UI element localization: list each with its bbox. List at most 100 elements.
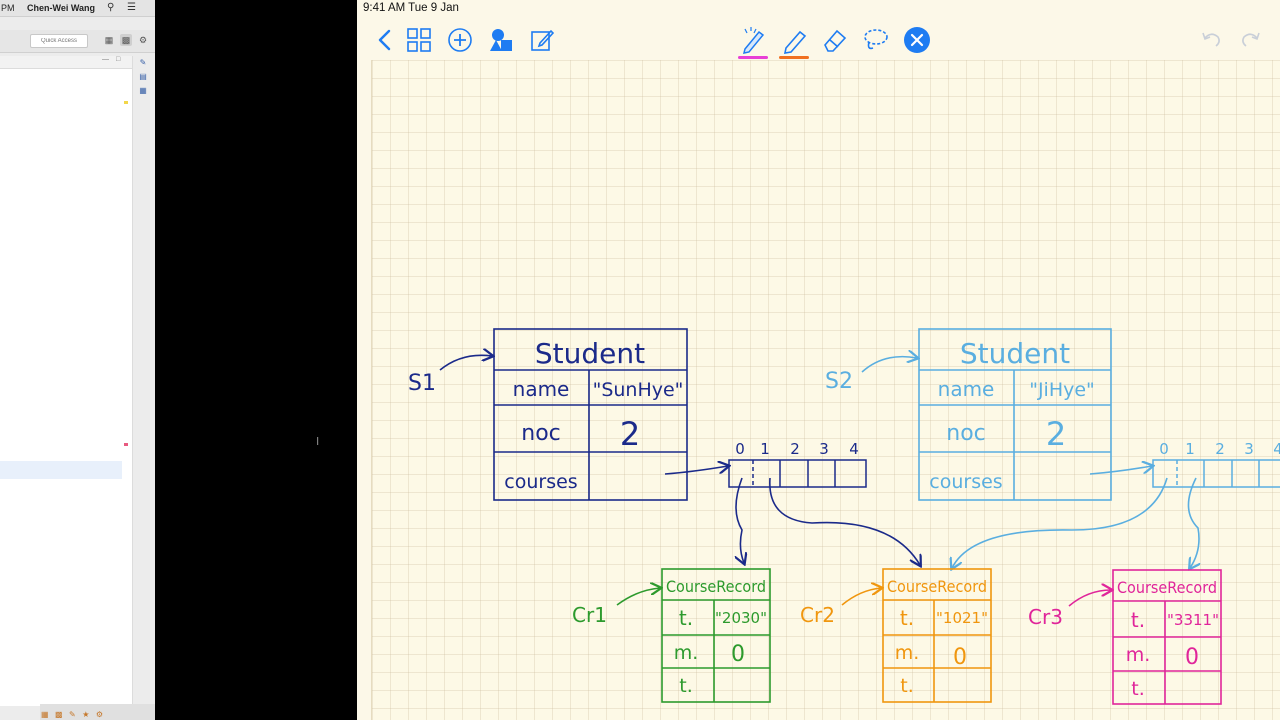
- current-line-highlight: [0, 461, 122, 479]
- student-s1-var-label: S1: [408, 371, 436, 396]
- s2-courses-label: courses: [929, 471, 1002, 493]
- s1-courses-arrow: [664, 466, 728, 475]
- menubar-time: PM: [1, 3, 15, 13]
- cr2-reference-arrow: [841, 588, 881, 606]
- text-cursor-icon: Ⅰ: [316, 436, 320, 448]
- status-icon[interactable]: ★: [82, 710, 89, 719]
- notes-app: 9:41 AM Tue 9 Jan S1 Student name "SunHy…: [357, 0, 1280, 720]
- cr3-row-label: t.: [1131, 678, 1145, 700]
- cr2-title: CourseRecord: [887, 577, 987, 596]
- s1-noc-label: noc: [521, 421, 561, 446]
- s1-courses-label: courses: [504, 471, 577, 493]
- s1-reference-arrow: [439, 355, 492, 371]
- warning-marker[interactable]: [124, 101, 128, 104]
- perspective-icon[interactable]: ▦: [103, 34, 115, 46]
- cr3-title: CourseRecord: [1117, 578, 1217, 597]
- problems-icon[interactable]: ▦: [138, 86, 148, 96]
- java-perspective-icon[interactable]: ▩: [120, 34, 132, 46]
- quick-access-input[interactable]: [30, 34, 88, 48]
- s2-array-index: 0: [1159, 440, 1169, 458]
- s1-noc-value: 2: [620, 415, 640, 453]
- code-editor[interactable]: — □: [0, 56, 133, 706]
- status-icon[interactable]: ▦: [41, 710, 49, 719]
- error-marker[interactable]: [124, 443, 128, 446]
- s2-array-index: 2: [1215, 440, 1225, 458]
- ipad-status-bar: 9:41 AM Tue 9 Jan: [357, 0, 1280, 18]
- add-page-icon[interactable]: [446, 26, 474, 54]
- pen-color-indicator: [738, 56, 768, 59]
- cr3-reference-arrow: [1068, 590, 1111, 607]
- cr2-row-label: m.: [895, 642, 920, 664]
- ide-toolbar: ▦ ▩ ⚙: [0, 30, 155, 53]
- list-icon[interactable]: ☰: [127, 0, 136, 16]
- eraser-icon[interactable]: [821, 26, 849, 54]
- edit-icon[interactable]: [528, 26, 556, 54]
- status-time: 9:41 AM Tue 9 Jan: [363, 2, 459, 14]
- redo-icon[interactable]: [1237, 26, 1265, 54]
- minimize-icon[interactable]: —: [102, 56, 109, 63]
- status-icon[interactable]: ⚙: [96, 710, 103, 719]
- cr1-var-label: Cr1: [572, 603, 607, 627]
- thumbnails-grid-icon[interactable]: [405, 26, 433, 54]
- s1-name-label: name: [513, 377, 570, 401]
- s1-array-index: 3: [819, 440, 829, 458]
- s1-name-value: "SunHye": [593, 379, 684, 401]
- shapes-icon[interactable]: [487, 26, 515, 54]
- cr1-title: CourseRecord: [666, 577, 766, 596]
- cr2-row-label: t.: [900, 675, 914, 697]
- back-chevron-icon[interactable]: [371, 26, 399, 54]
- menu-bar: PM Chen-Wei Wang ⚲ ☰: [0, 0, 155, 17]
- student-s1-title: Student: [535, 337, 645, 370]
- notes-page[interactable]: S1 Student name "SunHye" noc 2 courses 0…: [371, 60, 1280, 720]
- cr3-row-value: "3311": [1167, 611, 1219, 629]
- maximize-icon[interactable]: □: [116, 56, 120, 63]
- s2-name-label: name: [938, 377, 995, 401]
- cr3-var-label: Cr3: [1028, 605, 1063, 629]
- cr1-reference-arrow: [616, 588, 660, 606]
- s2-array-index: 4: [1273, 440, 1280, 458]
- cr2-row-value: "1021": [936, 609, 988, 627]
- search-icon[interactable]: ⚲: [107, 0, 114, 16]
- cr1-row-value: "2030": [715, 609, 767, 627]
- lasso-icon[interactable]: [862, 26, 890, 54]
- s2-slot1-to-cr3-arrow: [1187, 477, 1199, 568]
- menubar-user[interactable]: Chen-Wei Wang: [27, 0, 95, 16]
- close-icon[interactable]: [903, 26, 931, 54]
- cr1-row-label: m.: [674, 642, 699, 664]
- s2-name-value: "JiHye": [1029, 379, 1095, 401]
- s2-noc-value: 2: [1046, 415, 1066, 453]
- cr3-row-label: t.: [1131, 608, 1145, 632]
- s1-array-index: 2: [790, 440, 800, 458]
- debug-perspective-icon[interactable]: ⚙: [137, 34, 149, 46]
- highlighter-icon[interactable]: [778, 26, 810, 60]
- cr3-row-label: m.: [1126, 644, 1151, 666]
- cr2-row-value: 0: [953, 645, 967, 670]
- pen-icon[interactable]: [737, 26, 769, 60]
- cr3-row-value: 0: [1185, 645, 1199, 670]
- cr2-row-label: t.: [900, 606, 914, 630]
- s1-array-index: 1: [760, 440, 770, 458]
- s1-array-index: 0: [735, 440, 745, 458]
- status-icon[interactable]: ▩: [55, 710, 63, 719]
- student-s2-var-label: S2: [825, 369, 853, 394]
- s1-slot1-to-cr2-arrow: [769, 477, 920, 565]
- s2-courses-arrow: [1089, 466, 1152, 475]
- outline-icon[interactable]: ✎: [138, 58, 148, 68]
- handwritten-diagram: S1 Student name "SunHye" noc 2 courses 0…: [408, 328, 1280, 705]
- s2-array-index: 3: [1244, 440, 1254, 458]
- s1-slot0-to-cr1-arrow: [736, 477, 744, 563]
- cr1-row-label: t.: [679, 675, 693, 697]
- task-list-icon[interactable]: ▤: [138, 72, 148, 82]
- s2-reference-arrow: [861, 357, 917, 373]
- ide-window: PM Chen-Wei Wang ⚲ ☰ ▦ ▩ ⚙ — □ ✎ ▤ ▦ ▦ ▩…: [0, 0, 155, 720]
- s2-courses-array: [1152, 459, 1280, 488]
- side-toolbar: ✎ ▤ ▦: [136, 58, 152, 100]
- status-bar: ▦ ▩ ✎ ★ ⚙: [40, 704, 155, 720]
- notes-toolbar: [357, 18, 1280, 60]
- status-icon[interactable]: ✎: [69, 710, 76, 719]
- cr2-var-label: Cr2: [800, 603, 835, 627]
- cr1-row-value: 0: [731, 642, 745, 667]
- s2-array-index: 1: [1185, 440, 1195, 458]
- undo-icon[interactable]: [1197, 26, 1225, 54]
- cr1-row-label: t.: [679, 606, 693, 630]
